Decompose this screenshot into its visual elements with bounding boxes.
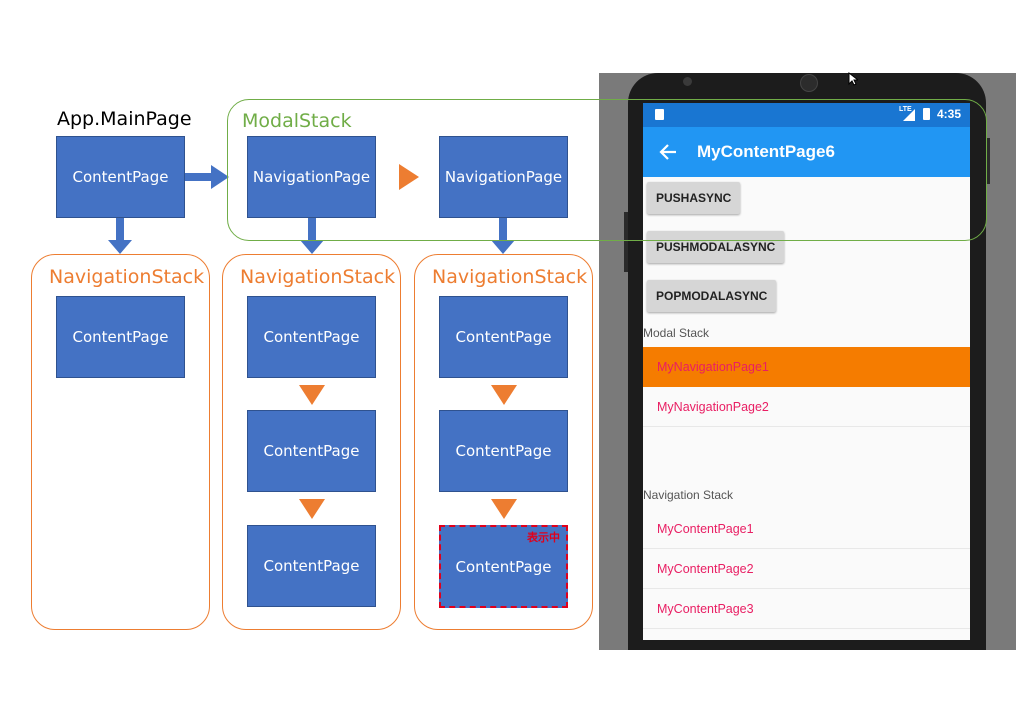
- content-page-label: ContentPage: [263, 557, 360, 575]
- content-page-box: ContentPage: [439, 410, 568, 492]
- navigation-page-label: NavigationPage: [444, 168, 563, 186]
- navigation-stack-label: Navigation Stack: [643, 488, 734, 502]
- modal-push-arrow-icon: [399, 164, 419, 190]
- navigation-stack-item[interactable]: MyContentPage2: [643, 549, 970, 589]
- main-to-navstack-arrow: [108, 218, 132, 254]
- app-main-page-label: App.MainPage: [57, 108, 192, 130]
- main-content-page-box: ContentPage: [56, 136, 185, 218]
- content-page-label: ContentPage: [455, 328, 552, 346]
- pop-modal-async-button[interactable]: POPMODALASYNC: [647, 280, 777, 312]
- modal-stack-item[interactable]: MyNavigationPage2: [643, 387, 970, 427]
- navigation-page-box: NavigationPage: [439, 136, 568, 218]
- content-page-box: ContentPage: [439, 296, 568, 378]
- earpiece-speaker-icon: [800, 74, 818, 92]
- front-camera-icon: [683, 77, 692, 86]
- content-page-box: ContentPage: [247, 410, 376, 492]
- main-content-page-label: ContentPage: [72, 168, 169, 186]
- content-page-box: ContentPage: [247, 525, 376, 607]
- content-page-label: ContentPage: [455, 442, 552, 460]
- content-page-box: ContentPage: [247, 296, 376, 378]
- content-page-box: ContentPage: [56, 296, 185, 378]
- navigation-stack-item[interactable]: MyContentPage1: [643, 509, 970, 549]
- push-arrow-icon: [491, 499, 517, 519]
- content-page-label: ContentPage: [455, 557, 552, 576]
- modal-stack-title: ModalStack: [242, 110, 352, 132]
- navigation-stack-label-2: NavigationStack: [240, 266, 396, 288]
- content-page-label: ContentPage: [263, 442, 360, 460]
- push-arrow-icon: [299, 385, 325, 405]
- main-to-modal-arrow: [185, 165, 229, 189]
- modal-stack-label: Modal Stack: [643, 326, 710, 340]
- modal-stack-item-selected[interactable]: MyNavigationPage1: [643, 347, 970, 387]
- navigation-page-label: NavigationPage: [252, 168, 371, 186]
- current-content-page-box: 表示中 ContentPage: [439, 525, 568, 608]
- navigation-stack-label-3: NavigationStack: [432, 266, 588, 288]
- mouse-cursor-icon: [848, 72, 858, 86]
- navigation-stack-label-1: NavigationStack: [49, 266, 205, 288]
- push-arrow-icon: [299, 499, 325, 519]
- navigation-page-box: NavigationPage: [247, 136, 376, 218]
- content-page-label: ContentPage: [72, 328, 169, 346]
- navigation-stack-item[interactable]: MyContentPage3: [643, 589, 970, 629]
- content-page-label: ContentPage: [263, 328, 360, 346]
- showing-badge: 表示中: [527, 531, 560, 544]
- push-arrow-icon: [491, 385, 517, 405]
